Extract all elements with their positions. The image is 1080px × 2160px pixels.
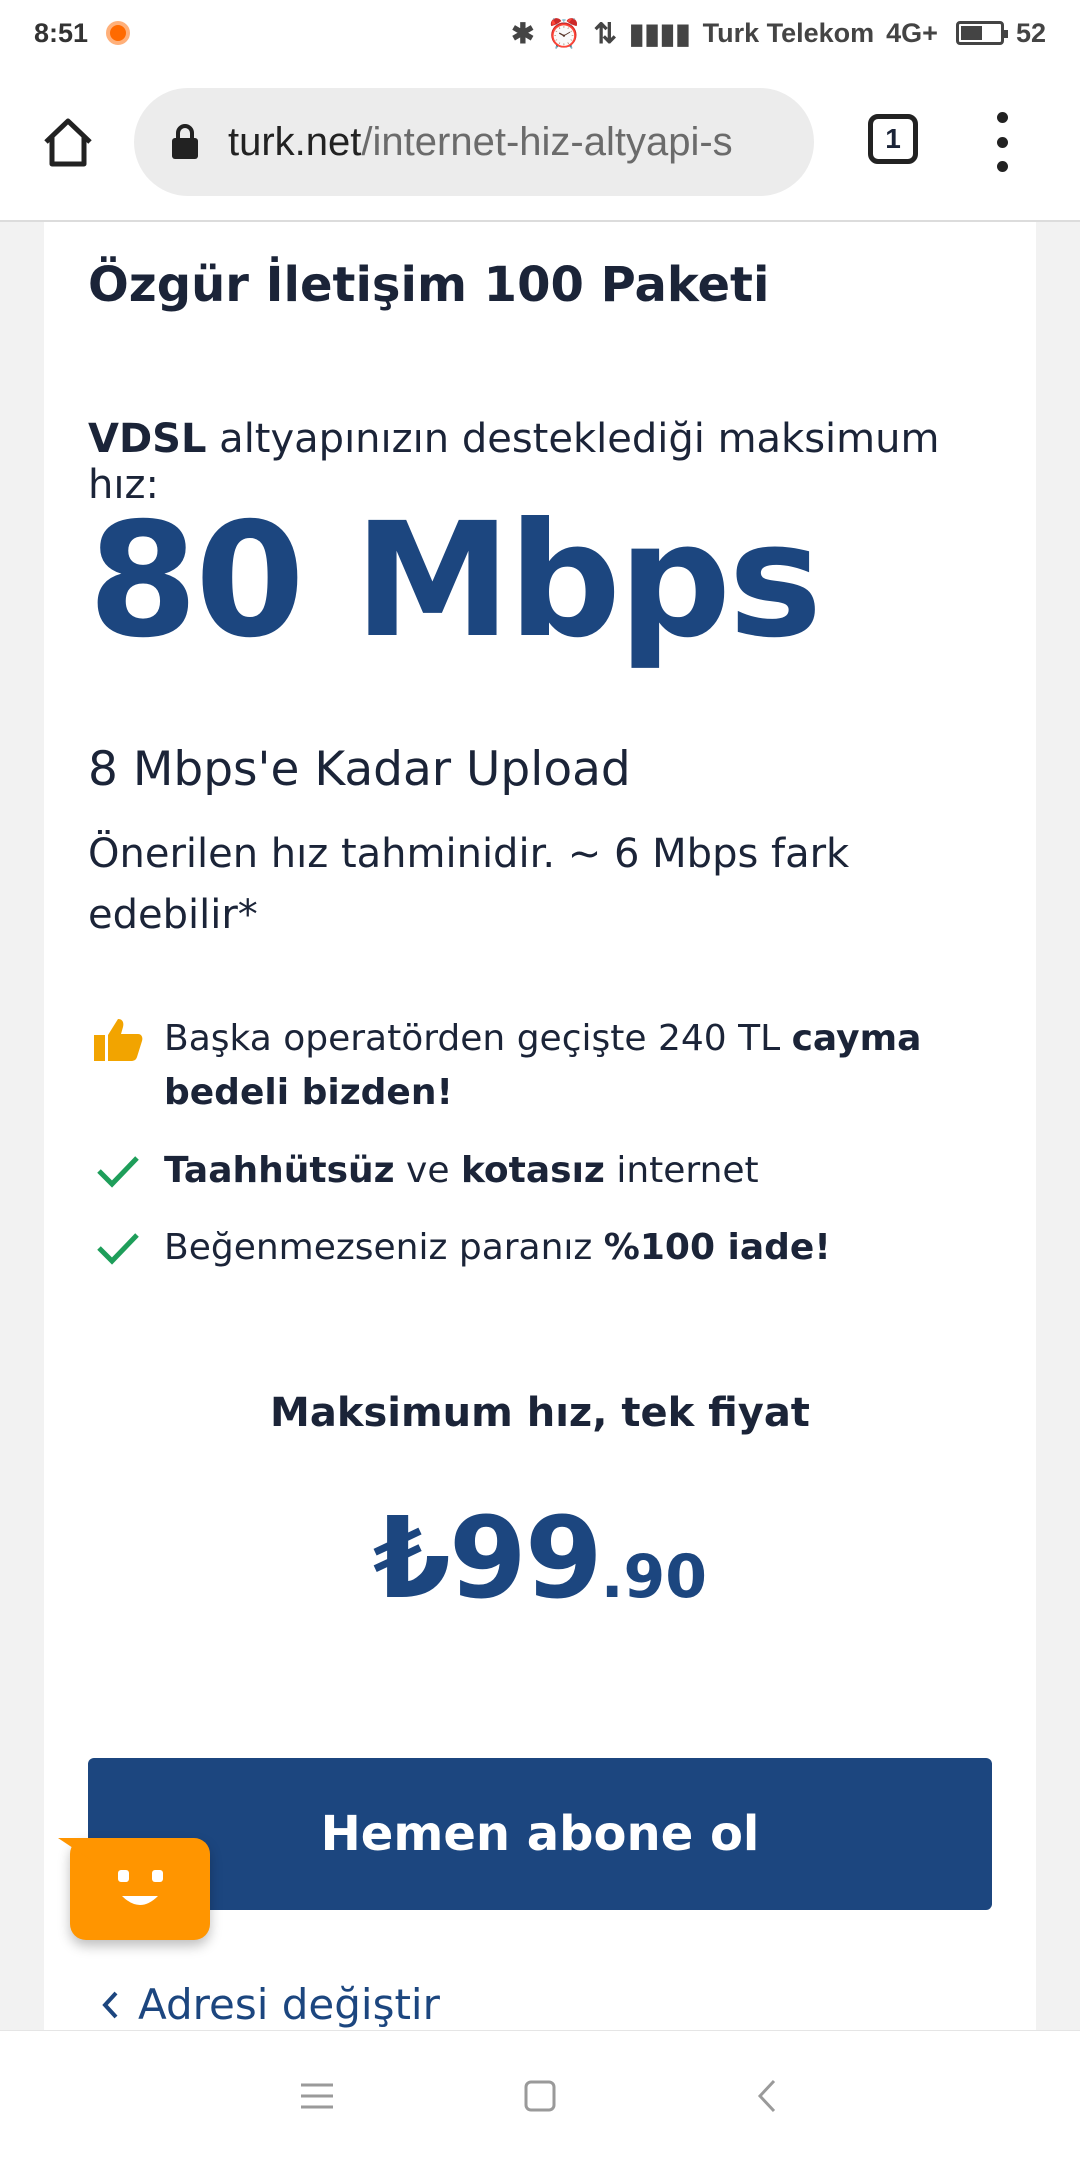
address-bar[interactable]: turk.net/internet-hiz-altyapi-s [134,88,814,196]
change-address-link[interactable]: Adresi değiştir [100,1980,440,2029]
feature-item: Taahhütsüz ve kotasız internet [88,1144,992,1198]
signal-icon: ▮▮▮▮ [628,17,691,49]
network-type: 4G+ [886,17,938,48]
pricing-label: Maksimum hız, tek fiyat [270,1390,810,1436]
feature-item: Başka operatörden geçişte 240 TL cayma b… [88,1012,992,1120]
url-domain: turk.net [228,119,362,164]
check-icon [88,1144,148,1198]
url-path: /internet-hiz-altyapi-s [361,119,733,164]
home-square-icon[interactable] [515,2071,565,2121]
change-address-label: Adresi değiştir [138,1980,440,2029]
battery-level: 52 [1015,17,1046,48]
infrastructure-type: VDSL [88,416,207,462]
status-bar: 8:51 ✱ ⏰ ⇅ ▮▮▮▮ Turk Telekom 4G+ 52 [0,0,1080,66]
notification-icon [106,21,131,45]
status-time: 8:51 [34,17,89,48]
package-card: Özgür İletişim 100 Paketi VDSL altyapını… [44,222,1036,2030]
data-transfer-icon: ⇅ [593,17,617,49]
lock-icon [172,124,198,159]
menu-icon[interactable] [292,2071,342,2121]
carrier-name: Turk Telekom [702,17,875,48]
bluetooth-icon: ✱ [511,17,535,49]
price-cents: .90 [600,1542,708,1612]
alarm-icon: ⏰ [546,17,582,49]
home-icon[interactable] [40,114,96,170]
back-icon[interactable] [742,2071,792,2121]
check-icon [88,1221,148,1275]
upload-speed: 8 Mbps'e Kadar Upload [88,742,631,797]
feature-text: Başka operatörden geçişte 240 TL cayma b… [164,1018,922,1113]
chat-mascot-button[interactable] [70,1838,210,1940]
speed-note: Önerilen hız tahminidir. ~ 6 Mbps fark e… [88,831,850,938]
chevron-left-icon [102,1991,118,2018]
price-currency: ₺ [372,1494,451,1624]
url-text: turk.net/internet-hiz-altyapi-s [228,120,733,165]
subscribe-button[interactable]: Hemen abone ol [88,1758,992,1910]
price-amount: 99 [448,1494,603,1624]
smiley-face-icon [118,1870,163,1905]
system-nav-bar [0,2030,1080,2160]
tab-count: 1 [885,123,901,154]
browser-toolbar: turk.net/internet-hiz-altyapi-s 1 [0,66,1080,222]
thumbs-up-icon [88,1012,148,1066]
overflow-menu-icon[interactable] [996,112,1008,172]
battery-icon [955,21,1008,45]
price: ₺99.90 [44,1494,1036,1624]
status-right: ✱ ⏰ ⇅ ▮▮▮▮ Turk Telekom 4G+ 52 [511,17,1046,50]
package-title: Özgür İletişim 100 Paketi [88,257,770,313]
feature-item: Beğenmezseniz paranız %100 iade! [88,1221,992,1275]
tab-switcher-button[interactable]: 1 [868,114,918,164]
max-speed: 80 Mbps [88,489,822,673]
feature-text: Beğenmezseniz paranız %100 iade! [164,1227,831,1268]
feature-text: Taahhütsüz ve kotasız internet [164,1150,759,1191]
